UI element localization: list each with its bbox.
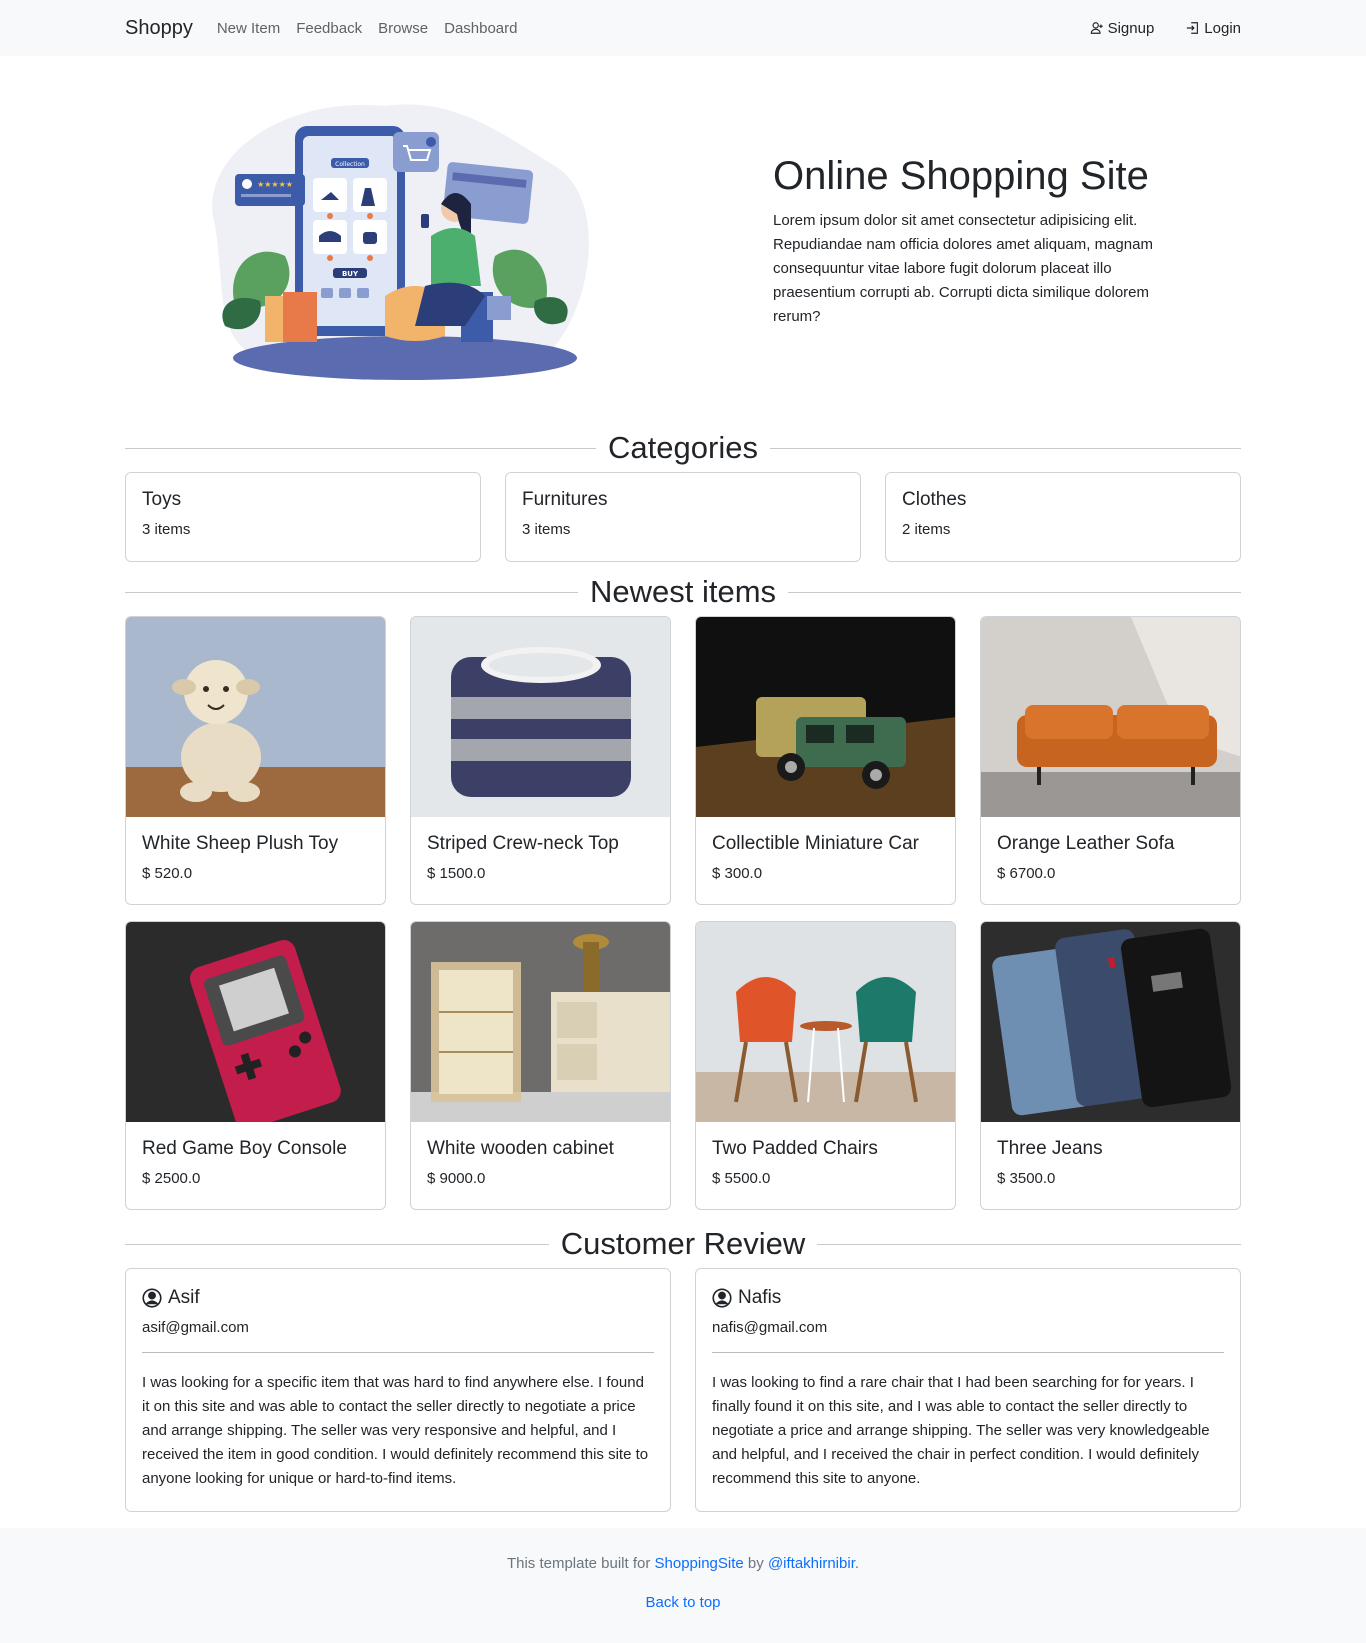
reviewer-name: Asif xyxy=(168,1287,200,1308)
newest-items-heading: Newest items xyxy=(589,574,777,609)
item-image-three-jeans xyxy=(981,922,1240,1122)
hero-section: Collection BUY ★★★★★ Online Shopping Sit… xyxy=(125,56,1241,386)
item-image-wooden-cabinet xyxy=(411,922,670,1122)
category-name: Furnitures xyxy=(522,489,608,510)
divider xyxy=(788,591,1242,593)
review-card: Asif asif@gmail.com I was looking for a … xyxy=(125,1268,671,1512)
item-card[interactable]: White wooden cabinet $ 9000.0 xyxy=(410,921,671,1210)
hero-illustration: Collection BUY ★★★★★ xyxy=(125,96,685,386)
item-name: Collectible Miniature Car xyxy=(712,833,919,854)
footer-middle: by xyxy=(743,1555,768,1572)
person-circle-icon xyxy=(142,1288,162,1308)
category-card-clothes[interactable]: Clothes 2 items xyxy=(885,472,1241,562)
item-name: White wooden cabinet xyxy=(427,1138,614,1159)
back-to-top-link[interactable]: Back to top xyxy=(645,1594,720,1611)
item-name: Orange Leather Sofa xyxy=(997,833,1175,854)
nav-link-new-item[interactable]: New Item xyxy=(217,20,280,37)
item-card[interactable]: Three Jeans $ 3500.0 xyxy=(980,921,1241,1210)
nav-link-dashboard[interactable]: Dashboard xyxy=(444,20,517,37)
illustration-buy-label: BUY xyxy=(342,270,359,278)
reviews-list: Asif asif@gmail.com I was looking for a … xyxy=(125,1268,1241,1512)
category-card-furnitures[interactable]: Furnitures 3 items xyxy=(505,472,861,562)
reviewer-name: Nafis xyxy=(738,1287,782,1308)
category-count: 3 items xyxy=(142,521,191,538)
item-card[interactable]: Striped Crew-neck Top $ 1500.0 xyxy=(410,616,671,905)
reviewer-email: nafis@gmail.com xyxy=(712,1319,1224,1353)
item-card[interactable]: White Sheep Plush Toy $ 520.0 xyxy=(125,616,386,905)
divider xyxy=(125,447,597,449)
footer: This template built for ShoppingSite by … xyxy=(0,1528,1366,1643)
item-card[interactable]: Red Game Boy Console $ 2500.0 xyxy=(125,921,386,1210)
review-text: I was looking to find a rare chair that … xyxy=(712,1374,1210,1487)
hero-title: Online Shopping Site xyxy=(773,153,1149,198)
divider xyxy=(769,447,1242,449)
divider xyxy=(125,591,578,593)
svg-text:★★★★★: ★★★★★ xyxy=(257,180,293,189)
item-price: $ 5500.0 xyxy=(712,1170,771,1187)
item-image-orange-sofa xyxy=(981,617,1240,817)
footer-credit: This template built for ShoppingSite by … xyxy=(0,1555,1366,1572)
item-image-game-boy xyxy=(126,922,385,1122)
illustration-collection-label: Collection xyxy=(335,161,365,168)
hero-description: Lorem ipsum dolor sit amet consectetur a… xyxy=(773,211,1153,325)
categories-heading-row: Categories xyxy=(125,430,1242,466)
item-price: $ 520.0 xyxy=(142,865,193,882)
category-name: Toys xyxy=(142,489,182,510)
category-name: Clothes xyxy=(902,489,967,510)
item-image-padded-chairs xyxy=(696,922,955,1122)
person-circle-icon xyxy=(712,1288,732,1308)
signup-link[interactable]: Signup xyxy=(1090,19,1155,37)
item-image-striped-top xyxy=(411,617,670,817)
review-card: Nafis nafis@gmail.com I was looking to f… xyxy=(695,1268,1241,1512)
item-price: $ 3500.0 xyxy=(997,1170,1056,1187)
login-link[interactable]: Login xyxy=(1186,20,1241,37)
author-link[interactable]: @iftakhirnibir xyxy=(768,1555,855,1572)
customer-review-heading: Customer Review xyxy=(560,1226,806,1261)
nav-link-browse[interactable]: Browse xyxy=(378,20,428,37)
newest-heading-row: Newest items xyxy=(125,574,1242,610)
items-grid: White Sheep Plush Toy $ 520.0 Striped Cr… xyxy=(125,616,1241,1210)
footer-prefix: This template built for xyxy=(506,1555,655,1572)
item-name: White Sheep Plush Toy xyxy=(142,833,339,854)
item-card[interactable]: Orange Leather Sofa $ 6700.0 xyxy=(980,616,1241,905)
item-name: Three Jeans xyxy=(997,1138,1103,1159)
nav-link-feedback[interactable]: Feedback xyxy=(296,20,362,37)
login-label: Login xyxy=(1204,19,1241,37)
signup-label: Signup xyxy=(1107,19,1155,37)
category-card-toys[interactable]: Toys 3 items xyxy=(125,472,481,562)
reviews-heading-row: Customer Review xyxy=(125,1226,1241,1262)
navbar: Shoppy New Item Feedback Browse Dashboar… xyxy=(0,0,1366,56)
divider xyxy=(125,1243,549,1245)
divider xyxy=(817,1243,1241,1245)
review-text: I was looking for a specific item that w… xyxy=(142,1374,649,1487)
item-price: $ 1500.0 xyxy=(427,865,486,882)
categories-heading: Categories xyxy=(608,430,758,465)
box-arrow-in-icon xyxy=(1187,22,1199,34)
item-price: $ 9000.0 xyxy=(427,1170,486,1187)
item-price: $ 2500.0 xyxy=(142,1170,201,1187)
category-count: 2 items xyxy=(902,521,951,538)
item-name: Two Padded Chairs xyxy=(712,1138,878,1159)
reviewer-email: asif@gmail.com xyxy=(142,1319,654,1353)
item-name: Striped Crew-neck Top xyxy=(427,833,619,854)
item-price: $ 6700.0 xyxy=(997,865,1056,882)
item-card[interactable]: Collectible Miniature Car $ 300.0 xyxy=(695,616,956,905)
item-image-miniature-car xyxy=(696,617,955,817)
categories-list: Toys 3 items Furnitures 3 items Clothes … xyxy=(125,472,1241,562)
category-count: 3 items xyxy=(522,521,571,538)
brand-logo[interactable]: Shoppy xyxy=(125,17,193,40)
item-card[interactable]: Two Padded Chairs $ 5500.0 xyxy=(695,921,956,1210)
item-price: $ 300.0 xyxy=(712,865,763,882)
footer-suffix: . xyxy=(854,1555,860,1572)
shoppingsite-link[interactable]: ShoppingSite xyxy=(655,1555,744,1572)
person-add-icon xyxy=(1090,22,1103,34)
item-name: Red Game Boy Console xyxy=(142,1138,347,1159)
item-image-sheep-toy xyxy=(126,617,385,817)
